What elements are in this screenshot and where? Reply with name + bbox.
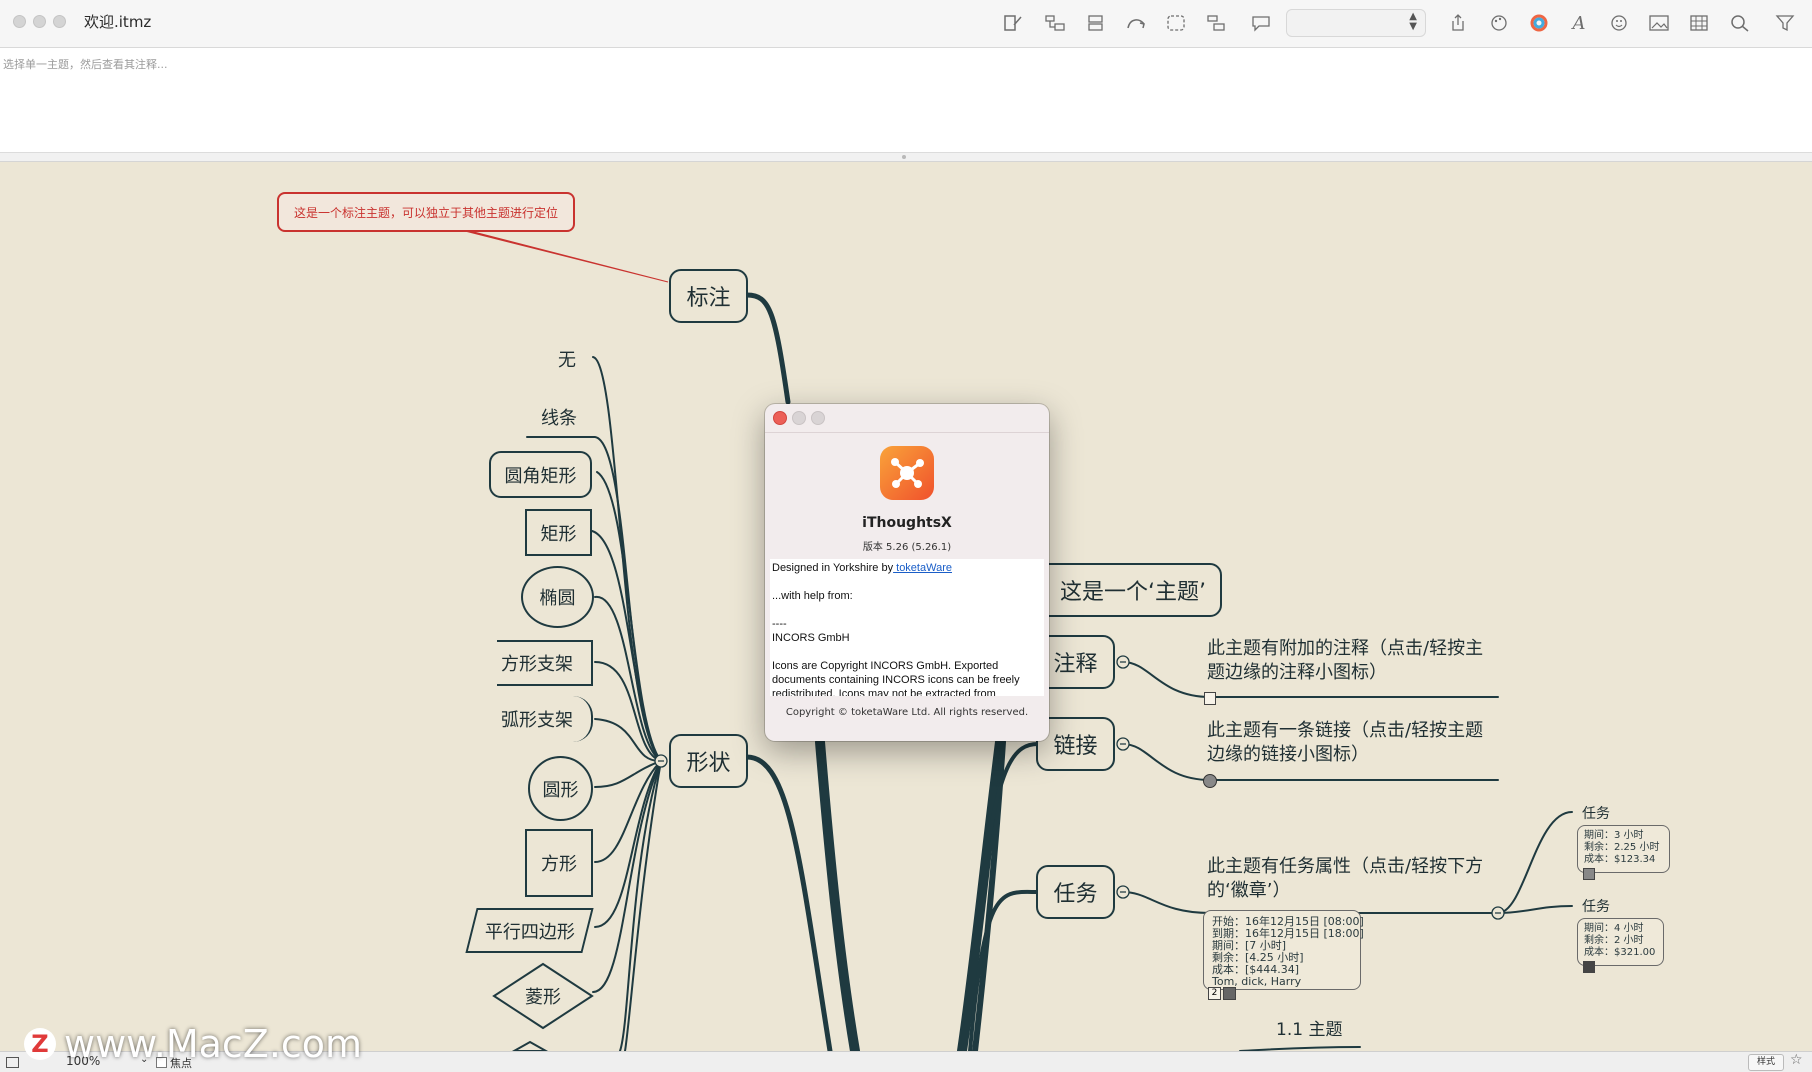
topic-shape[interactable]: 形状 <box>669 734 748 788</box>
dialog-zoom-button[interactable] <box>811 411 825 425</box>
shape-line[interactable]: 线条 <box>541 404 577 430</box>
about-dialog: iThoughtsX 版本 5.26 (5.26.1) Designed in … <box>765 404 1049 741</box>
shape-rect[interactable]: 矩形 <box>525 509 592 556</box>
emoji-icon[interactable] <box>1605 10 1633 36</box>
task-count-badge[interactable]: 2 <box>1208 987 1221 1000</box>
subtask-line: 期间：4 小时 <box>1584 923 1644 934</box>
task-progress-icon[interactable] <box>1223 987 1236 1000</box>
zoom-window-button[interactable] <box>53 15 66 28</box>
table-icon[interactable] <box>1685 10 1713 36</box>
shape-ellipse[interactable]: 椭圆 <box>521 566 594 628</box>
note-icon[interactable] <box>1204 692 1216 705</box>
shape-rounded-rect[interactable]: 圆角矩形 <box>489 451 592 498</box>
dialog-minimize-button[interactable] <box>792 411 806 425</box>
callout-topic[interactable]: 这是一个标注主题，可以独立于其他主题进行定位 <box>277 192 575 232</box>
shape-arc-bracket[interactable]: 弧形支架 <box>497 696 593 742</box>
app-name: iThoughtsX <box>862 515 952 531</box>
credits-designed: Designed in Yorkshire by <box>772 562 894 574</box>
watermark-logo: Z <box>24 1028 56 1060</box>
task-description[interactable]: 此主题有任务属性（点击/轻按下方的‘徽章’） <box>1207 855 1497 903</box>
layout-icon[interactable] <box>1202 10 1230 36</box>
subtask-line: 成本：$123.34 <box>1584 854 1656 865</box>
style-palette-icon[interactable] <box>1485 10 1513 36</box>
shape-square[interactable]: 方形 <box>525 829 593 897</box>
image-icon[interactable] <box>1645 10 1673 36</box>
credits-dashes: ---- <box>772 618 787 630</box>
share-icon[interactable] <box>1444 10 1472 36</box>
shape-none[interactable]: 无 <box>558 346 576 372</box>
star-icon[interactable]: ☆ <box>1790 1052 1803 1068</box>
credits-company: INCORS GmbH <box>772 632 850 644</box>
watermark-text: www.MacZ.com <box>64 1022 363 1066</box>
shape-diamond[interactable]: 菱形 <box>492 962 594 1030</box>
minimize-window-button[interactable] <box>33 15 46 28</box>
subtask-progress-icon[interactable] <box>1583 961 1595 973</box>
new-topic-icon[interactable] <box>999 10 1027 36</box>
subtask-progress-icon[interactable] <box>1583 868 1595 880</box>
subtask-title[interactable]: 任务 <box>1582 803 1610 823</box>
toketaware-link[interactable]: toketaWare <box>893 562 952 574</box>
subtask-line: 期间：3 小时 <box>1584 830 1644 841</box>
watermark: Z www.MacZ.com <box>24 1022 362 1066</box>
color-wheel-icon[interactable] <box>1525 10 1553 36</box>
sub-topic[interactable]: 1.1 主题 <box>1276 1015 1342 1040</box>
topic-main[interactable]: 这是一个‘主题’ <box>1035 563 1222 617</box>
subtask-card[interactable]: 期间：3 小时 剩余：2.25 小时 成本：$123.34 <box>1577 825 1670 873</box>
subtask-line: 剩余：2 小时 <box>1584 935 1644 946</box>
filter-icon[interactable] <box>1771 10 1799 36</box>
shape-parallelogram[interactable]: 平行四边形 <box>465 908 594 953</box>
splitter-handle[interactable] <box>902 155 906 159</box>
app-version: 版本 5.26 (5.26.1) <box>862 542 952 553</box>
notes-pane[interactable]: 选择单一主题，然后查看其注释... <box>0 48 1812 153</box>
topic-task[interactable]: 任务 <box>1036 865 1115 919</box>
credits-line: Designed in Yorkshire by toketaWare <box>772 561 1042 575</box>
copyright-text: Copyright © toketaWare Ltd. All rights r… <box>785 707 1029 718</box>
callout-icon[interactable] <box>1247 10 1275 36</box>
style-stepper[interactable]: ▲ ▼ <box>1286 9 1426 37</box>
style-button[interactable]: 样式 <box>1748 1054 1784 1071</box>
next-diamond-partial <box>511 1040 549 1051</box>
credits-icons: Icons are Copyright INCORS GmbH. Exporte… <box>772 660 1020 696</box>
stepper-arrows[interactable]: ▲ ▼ <box>1409 12 1417 32</box>
font-icon[interactable]: A <box>1565 10 1593 36</box>
notes-placeholder: 选择单一主题，然后查看其注释... <box>3 58 168 71</box>
sidebar-toggle-icon[interactable] <box>6 1057 19 1068</box>
subtask-line: 剩余：2.25 小时 <box>1584 842 1660 853</box>
subtask-card[interactable]: 期间：4 小时 剩余：2 小时 成本：$321.00 <box>1577 918 1664 966</box>
shape-circle[interactable]: 圆形 <box>528 756 593 821</box>
note-description[interactable]: 此主题有附加的注释（点击/轻按主题边缘的注释小图标） <box>1207 637 1497 685</box>
credits-help: ...with help from: <box>772 590 853 602</box>
boundary-icon[interactable] <box>1162 10 1190 36</box>
topic-callout[interactable]: 标注 <box>669 269 748 323</box>
pane-splitter[interactable] <box>0 153 1812 162</box>
shape-square-bracket[interactable]: 方形支架 <box>497 640 593 686</box>
link-description[interactable]: 此主题有一条链接（点击/轻按主题边缘的链接小图标） <box>1207 719 1497 767</box>
window-title: 欢迎.itmz <box>84 13 152 31</box>
subtask-title[interactable]: 任务 <box>1582 896 1610 916</box>
search-icon[interactable] <box>1726 10 1754 36</box>
relationship-icon[interactable] <box>1122 10 1150 36</box>
parallelogram-label: 平行四边形 <box>484 921 575 943</box>
close-window-button[interactable] <box>13 15 26 28</box>
credits-text[interactable]: Designed in Yorkshire by toketaWare ...w… <box>770 559 1044 696</box>
link-icon[interactable] <box>1203 774 1217 788</box>
title-bar: 欢迎.itmz ▲ ▼ A <box>0 0 1812 48</box>
dialog-titlebar-separator <box>765 432 1049 433</box>
child-topic-icon[interactable] <box>1041 10 1069 36</box>
sibling-topic-icon[interactable] <box>1082 10 1110 36</box>
dialog-close-button[interactable] <box>773 411 787 425</box>
subtask-line: 成本：$321.00 <box>1584 947 1656 958</box>
ithoughts-app-icon <box>880 446 934 500</box>
task-badge-card[interactable]: 开始：16年12月15日 [08:00] 到期：16年12月15日 [18:00… <box>1203 910 1364 990</box>
